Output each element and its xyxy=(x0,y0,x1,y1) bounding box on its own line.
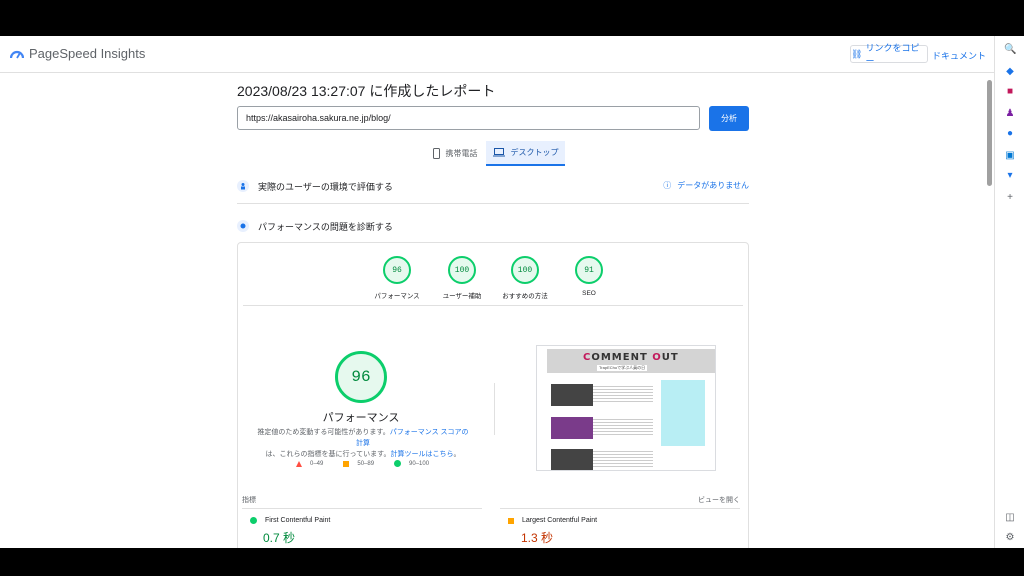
thumb-subtitle: TrapEChoで学ぶ人員の日 xyxy=(597,365,648,371)
desc-text: 。 xyxy=(453,451,461,458)
thumb-text xyxy=(593,417,653,437)
info-icon: ⓘ xyxy=(663,181,672,190)
metric-name-row: Largest Contentful Paint xyxy=(508,517,597,524)
tab-desktop-label: デスクトップ xyxy=(510,148,559,157)
brand-text: OMMENT xyxy=(591,352,653,363)
metric-divider xyxy=(500,508,740,509)
app-name: PageSpeed Insights xyxy=(29,46,146,61)
legend-range: 50–89 xyxy=(357,460,375,467)
search-icon[interactable]: 🔍 xyxy=(1004,44,1016,56)
thumb-image xyxy=(551,417,593,439)
score-ring: 96 xyxy=(383,256,411,284)
score-label: おすすめの方法 xyxy=(502,293,548,300)
users-icon xyxy=(237,180,249,192)
score-legend: 0–49 50–89 90–100 xyxy=(296,460,429,467)
top-bar: PageSpeed Insights ⛓ リンクをコピー ドキュメント xyxy=(0,36,994,73)
metric-value: 1.3 秒 xyxy=(521,531,554,545)
tag-icon[interactable]: ◆ xyxy=(1004,66,1016,78)
card-divider xyxy=(243,305,743,306)
triangle-icon xyxy=(296,460,302,467)
metrics-header: 指標 xyxy=(242,497,256,504)
report-card: 96 パフォーマンス 100 ユーザー補助 100 おすすめの方法 91 SEO… xyxy=(237,242,749,548)
shopping-icon[interactable]: ▾ xyxy=(1004,170,1016,182)
page: PageSpeed Insights ⛓ リンクをコピー ドキュメント 2023… xyxy=(0,36,994,548)
brand-text: UT xyxy=(661,352,679,363)
thumb-text xyxy=(593,384,653,404)
square-icon xyxy=(508,517,514,524)
metric-name: First Contentful Paint xyxy=(265,517,331,524)
settings-icon[interactable]: ⚙ xyxy=(1004,532,1016,544)
desc-text: は、これらの指標を基に行っています。 xyxy=(265,451,391,458)
diagnose-section: パフォーマンスの問題を診断する xyxy=(237,217,749,235)
score-gauge-performance[interactable]: 96 パフォーマンス xyxy=(362,256,432,300)
legend-pass: 90–100 xyxy=(394,460,429,467)
diagnose-title: パフォーマンスの問題を診断する xyxy=(258,221,393,232)
score-gauge-accessibility[interactable]: 100 ユーザー補助 xyxy=(427,256,497,300)
metric-name-row: First Contentful Paint xyxy=(250,517,330,524)
performance-label: パフォーマンス xyxy=(322,412,400,424)
thumb-image xyxy=(551,449,593,470)
brand-letter: O xyxy=(652,352,662,363)
thumb-sidebar xyxy=(661,380,705,446)
expand-view-button[interactable]: ビューを開く xyxy=(698,495,740,505)
tab-mobile[interactable]: 携帯電話 xyxy=(425,141,485,166)
no-data-label: データがありません xyxy=(677,181,749,190)
tab-desktop[interactable]: デスクトップ xyxy=(486,141,565,166)
app-logo[interactable]: PageSpeed Insights xyxy=(10,46,145,61)
score-label: SEO xyxy=(582,290,596,297)
metric-name: Largest Contentful Paint xyxy=(522,517,598,524)
circle-icon xyxy=(394,460,402,467)
thumb-text xyxy=(593,449,653,469)
score-ring: 100 xyxy=(448,256,476,284)
legend-range: 0–49 xyxy=(310,460,324,467)
score-ring: 100 xyxy=(511,256,539,284)
score-label: パフォーマンス xyxy=(374,293,420,300)
field-data-section: 実際のユーザーの環境で評価する ⓘ データがありません xyxy=(237,177,749,195)
thumb-brand: COMMENT OUT xyxy=(583,352,679,363)
phone-icon xyxy=(432,148,440,159)
sidebar-toggle-icon[interactable]: ◫ xyxy=(1004,512,1016,524)
score-label: ユーザー補助 xyxy=(442,293,482,300)
briefcase-icon[interactable]: ■ xyxy=(1004,86,1016,98)
score-ring: 91 xyxy=(575,256,603,284)
scrollbar-thumb[interactable] xyxy=(987,80,992,186)
games-icon[interactable]: ♟ xyxy=(1004,108,1016,120)
browser-sidebar: 🔍 ◆ ■ ♟ ● ▣ ▾ + ◫ ⚙ xyxy=(994,36,1024,548)
calculator-link[interactable]: 計算ツールはこちら xyxy=(390,451,453,458)
vertical-divider xyxy=(494,383,495,435)
legend-range: 90–100 xyxy=(409,460,430,467)
lab-icon xyxy=(237,220,249,232)
copy-link-label: リンクをコピー xyxy=(865,43,920,66)
analyze-button[interactable]: 分析 xyxy=(709,106,749,131)
metric-value: 0.7 秒 xyxy=(263,531,296,545)
add-icon[interactable]: + xyxy=(1004,192,1016,204)
laptop-icon xyxy=(492,148,505,157)
field-data-title: 実際のユーザーの環境で評価する xyxy=(258,181,393,192)
copilot-icon[interactable]: ● xyxy=(1004,128,1016,140)
circle-icon xyxy=(250,517,257,524)
no-data-link[interactable]: ⓘ データがありません xyxy=(663,180,749,191)
docs-link[interactable]: ドキュメント xyxy=(932,49,986,62)
legend-fail: 0–49 xyxy=(296,460,324,467)
url-input[interactable] xyxy=(237,106,700,130)
section-divider xyxy=(237,203,749,204)
score-gauge-seo[interactable]: 91 SEO xyxy=(554,256,624,297)
final-screenshot: COMMENT OUT TrapEChoで学ぶ人員の日 xyxy=(536,345,716,471)
tab-mobile-label: 携帯電話 xyxy=(445,149,478,158)
thumb-image xyxy=(551,384,593,406)
legend-average: 50–89 xyxy=(343,460,375,467)
link-icon: ⛓ xyxy=(851,48,863,59)
copy-link-button[interactable]: ⛓ リンクをコピー xyxy=(850,43,928,66)
performance-description: 推定値のため変動する可能性があります。パフォーマンス スコアの計算 は、これらの… xyxy=(254,427,472,460)
score-gauge-best-practices[interactable]: 100 おすすめの方法 xyxy=(490,256,560,300)
outlook-icon[interactable]: ▣ xyxy=(1004,150,1016,162)
metric-divider xyxy=(242,508,482,509)
report-title: 2023/08/23 13:27:07 に作成したレポート xyxy=(237,83,496,99)
square-icon xyxy=(343,460,350,467)
performance-score-gauge: 96 xyxy=(335,351,387,403)
desc-text: 推定値のため変動する可能性があります。 xyxy=(257,429,390,436)
pagespeed-logo-icon xyxy=(10,50,24,58)
